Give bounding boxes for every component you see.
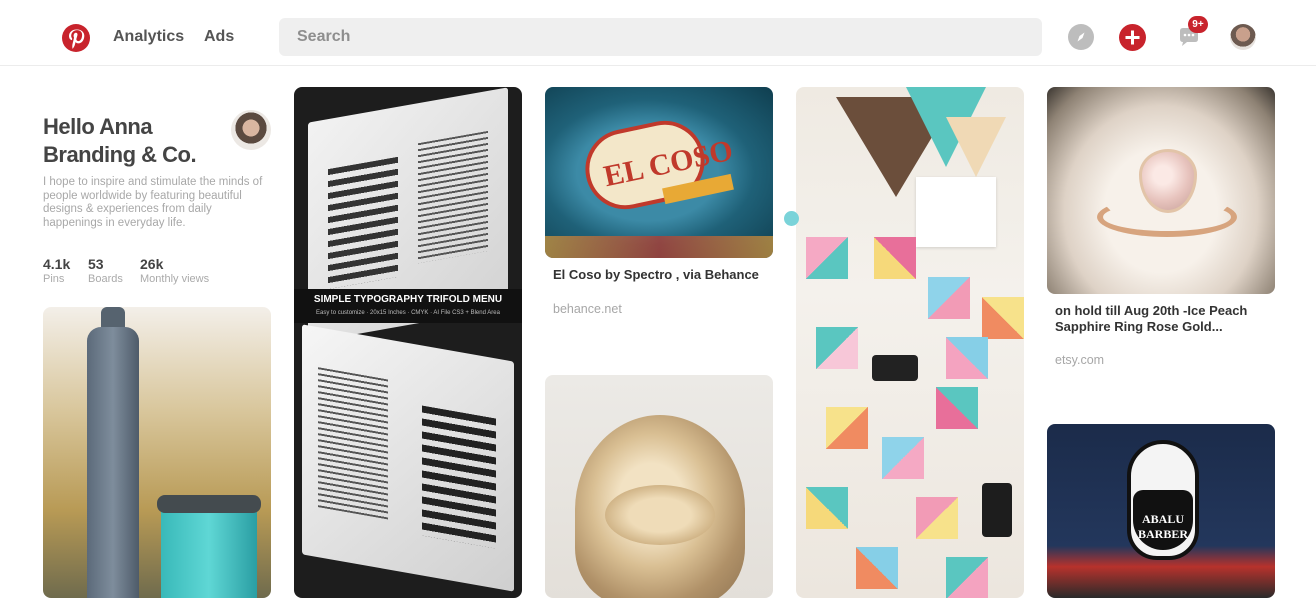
menu-banner-subtitle: Easy to customize · 20x15 Inches · CMYK …: [316, 310, 500, 316]
stat-boards[interactable]: 53 Boards: [88, 256, 123, 285]
profile-avatar[interactable]: [231, 110, 271, 150]
pin-water-bottles[interactable]: [43, 307, 271, 598]
search-input[interactable]: [279, 18, 1042, 56]
pin-ring-source[interactable]: etsy.com: [1055, 353, 1104, 367]
menu-price-list: [318, 367, 388, 520]
stat-pins[interactable]: 4.1k Pins: [43, 256, 70, 285]
geo-card: [916, 177, 996, 247]
menu-text-block: [328, 156, 398, 290]
stat-pins-value: 4.1k: [43, 256, 71, 272]
add-icon[interactable]: [1119, 24, 1146, 51]
geo-tile: [882, 437, 924, 479]
pin-barber-logo[interactable]: ABALU BARBER: [1047, 424, 1275, 598]
barber-wordmark: ABALU BARBER: [1137, 512, 1188, 541]
geo-tile: [806, 237, 848, 279]
compass-icon[interactable]: [1068, 24, 1094, 50]
geo-tile: [946, 557, 988, 598]
menu-text-block: [422, 405, 496, 549]
scroll-indicator-dot: [784, 211, 799, 226]
geo-tile: [936, 387, 978, 429]
menu-price-list: [418, 130, 488, 264]
el-coso-edge: [545, 236, 773, 258]
pinterest-logo-icon[interactable]: [62, 24, 90, 52]
stat-pins-label: Pins: [43, 273, 65, 285]
profile-name-line1: Hello Anna: [43, 114, 153, 139]
geo-tile: [816, 327, 858, 369]
top-header: Analytics Ads 9+: [0, 0, 1316, 66]
profile-name: Hello Anna Branding & Co.: [43, 113, 197, 169]
menu-banner-title: SIMPLE TYPOGRAPHY TRIFOLD MENU: [313, 294, 503, 305]
stat-views-label: Monthly views: [140, 273, 210, 285]
geo-tile: [874, 237, 916, 279]
nav-analytics[interactable]: Analytics: [113, 28, 184, 46]
pin-ring-title[interactable]: on hold till Aug 20th -Ice Peach Sapphir…: [1055, 303, 1275, 335]
pin-trifold-menu[interactable]: SIMPLE TYPOGRAPHY TRIFOLD MENU Easy to c…: [294, 87, 522, 598]
geo-tile: [916, 497, 958, 539]
geo-tile: [856, 547, 898, 589]
geo-triangle: [946, 117, 1006, 177]
tumbler-lid: [157, 495, 261, 513]
profile-name-line2: Branding & Co.: [43, 142, 197, 167]
menu-mockup-bottom: [302, 324, 514, 592]
stat-monthly-views[interactable]: 26k Monthly views: [140, 256, 209, 285]
geo-tile: [946, 337, 988, 379]
geo-tile: [806, 487, 848, 529]
user-avatar[interactable]: [1230, 24, 1256, 50]
pin-el-coso-source[interactable]: behance.net: [553, 302, 622, 316]
messages-badge: 9+: [1188, 16, 1208, 33]
bottle-gray: [87, 327, 139, 598]
geo-tile: [982, 297, 1024, 339]
hair-bun: [605, 485, 715, 545]
nav-ads[interactable]: Ads: [204, 28, 234, 46]
pin-hairstyle[interactable]: [545, 375, 773, 598]
pin-geometric-branding[interactable]: [796, 87, 1024, 598]
stat-views-value: 26k: [140, 256, 164, 272]
geo-tile: [928, 277, 970, 319]
stat-boards-label: Boards: [88, 273, 123, 285]
geo-phone: [982, 483, 1012, 537]
pin-el-coso-title[interactable]: El Coso by Spectro , via Behance: [553, 267, 773, 283]
pin-el-coso-image[interactable]: EL COSO: [545, 87, 773, 258]
stat-boards-value: 53: [88, 256, 104, 272]
geo-phone: [872, 355, 918, 381]
geo-tile: [826, 407, 868, 449]
pin-sapphire-ring-image[interactable]: [1047, 87, 1275, 294]
profile-bio: I hope to inspire and stimulate the mind…: [43, 176, 263, 229]
